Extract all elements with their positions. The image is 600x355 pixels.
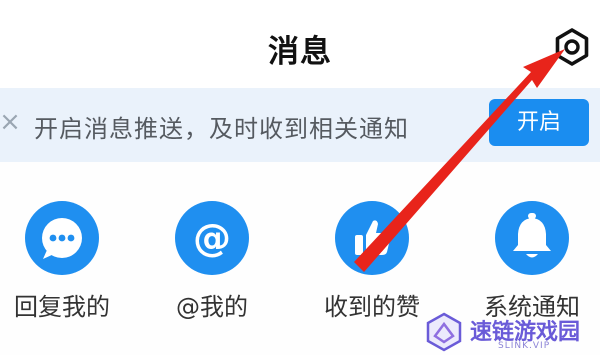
at-sign-icon: @	[193, 216, 231, 260]
watermark-domain: SLINK.VIP	[498, 341, 551, 351]
likes-icon-circle	[335, 201, 409, 275]
chat-bubble-dots-icon	[42, 218, 82, 259]
bell-icon	[513, 213, 551, 258]
grid-item-label: @我的	[176, 293, 248, 321]
banner-text: 开启消息推送，及时收到相关通知	[34, 115, 409, 143]
grid-item-likes[interactable]: 收到的赞	[302, 195, 452, 325]
system-icon-circle	[495, 201, 569, 275]
replies-icon-circle	[25, 201, 99, 275]
grid-item-replies[interactable]: 回复我的	[0, 195, 142, 325]
messages-screen: 消息 × 开启消息推送，及时收到相关通知 开启 回复我的 @ @我的 收到的赞 …	[0, 0, 600, 355]
enable-push-button[interactable]: 开启	[489, 99, 589, 146]
thumbs-up-icon	[355, 220, 391, 255]
svg-text:@: @	[193, 216, 231, 260]
mentions-icon-circle: @	[175, 201, 249, 275]
watermark: 速链游戏园 SLINK.VIP	[420, 310, 600, 355]
settings-button[interactable]	[551, 26, 593, 68]
page-title: 消息	[268, 34, 332, 70]
top-bar: 消息	[0, 0, 600, 88]
grid-item-label: 回复我的	[14, 293, 110, 321]
close-icon[interactable]: ×	[0, 108, 22, 136]
watermark-logo-icon	[426, 312, 462, 352]
grid-item-system-notice[interactable]: 系统通知	[462, 195, 600, 325]
grid-item-mentions[interactable]: @ @我的	[142, 195, 292, 325]
settings-hexagon-icon	[555, 28, 589, 66]
